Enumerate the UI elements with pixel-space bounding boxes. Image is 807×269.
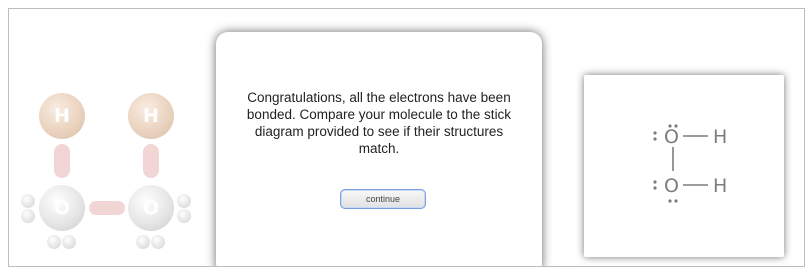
bond-o-o bbox=[89, 201, 125, 215]
bond-h-o-left bbox=[54, 144, 70, 178]
electron[interactable] bbox=[47, 235, 61, 249]
electron[interactable] bbox=[136, 235, 150, 249]
lone-pair-dot bbox=[653, 180, 657, 184]
electron[interactable] bbox=[62, 235, 76, 249]
lone-pair-dot bbox=[674, 199, 678, 203]
hydrogen-symbol: H bbox=[54, 105, 70, 127]
hydrogen-atom-left[interactable]: H bbox=[39, 93, 85, 139]
dialog-message: Congratulations, all the electrons have … bbox=[246, 90, 512, 156]
lone-pair-dot bbox=[653, 131, 657, 135]
electron[interactable] bbox=[177, 194, 191, 208]
oxygen-atom-left[interactable]: O bbox=[39, 185, 85, 231]
stick-diagram: O H O H bbox=[653, 124, 727, 203]
bond-h-o-right bbox=[143, 144, 159, 178]
hydrogen-atom-right[interactable]: H bbox=[128, 93, 174, 139]
electron[interactable] bbox=[151, 235, 165, 249]
oxygen-symbol: O bbox=[53, 197, 71, 219]
completion-dialog: Congratulations, all the electrons have … bbox=[216, 32, 542, 266]
electron[interactable] bbox=[177, 209, 191, 223]
electron[interactable] bbox=[21, 194, 35, 208]
oxygen-atom-right[interactable]: O bbox=[128, 185, 174, 231]
stick-oxygen-bottom: O bbox=[664, 175, 679, 197]
hydrogen-symbol: H bbox=[143, 105, 159, 127]
continue-button[interactable]: continue bbox=[340, 189, 426, 209]
lone-pair-dot bbox=[653, 137, 657, 141]
stick-oxygen-top: O bbox=[664, 126, 679, 148]
electron[interactable] bbox=[21, 209, 35, 223]
stick-hydrogen-top: H bbox=[713, 126, 727, 148]
stick-hydrogen-bottom: H bbox=[713, 175, 727, 197]
lone-pair-dot bbox=[668, 199, 672, 203]
stick-diagram-card: O H O H bbox=[584, 75, 784, 257]
oxygen-symbol: O bbox=[142, 197, 160, 219]
lone-pair-dot bbox=[653, 186, 657, 190]
activity-frame: H H O O O H O H Congratulations, all the… bbox=[8, 8, 805, 267]
